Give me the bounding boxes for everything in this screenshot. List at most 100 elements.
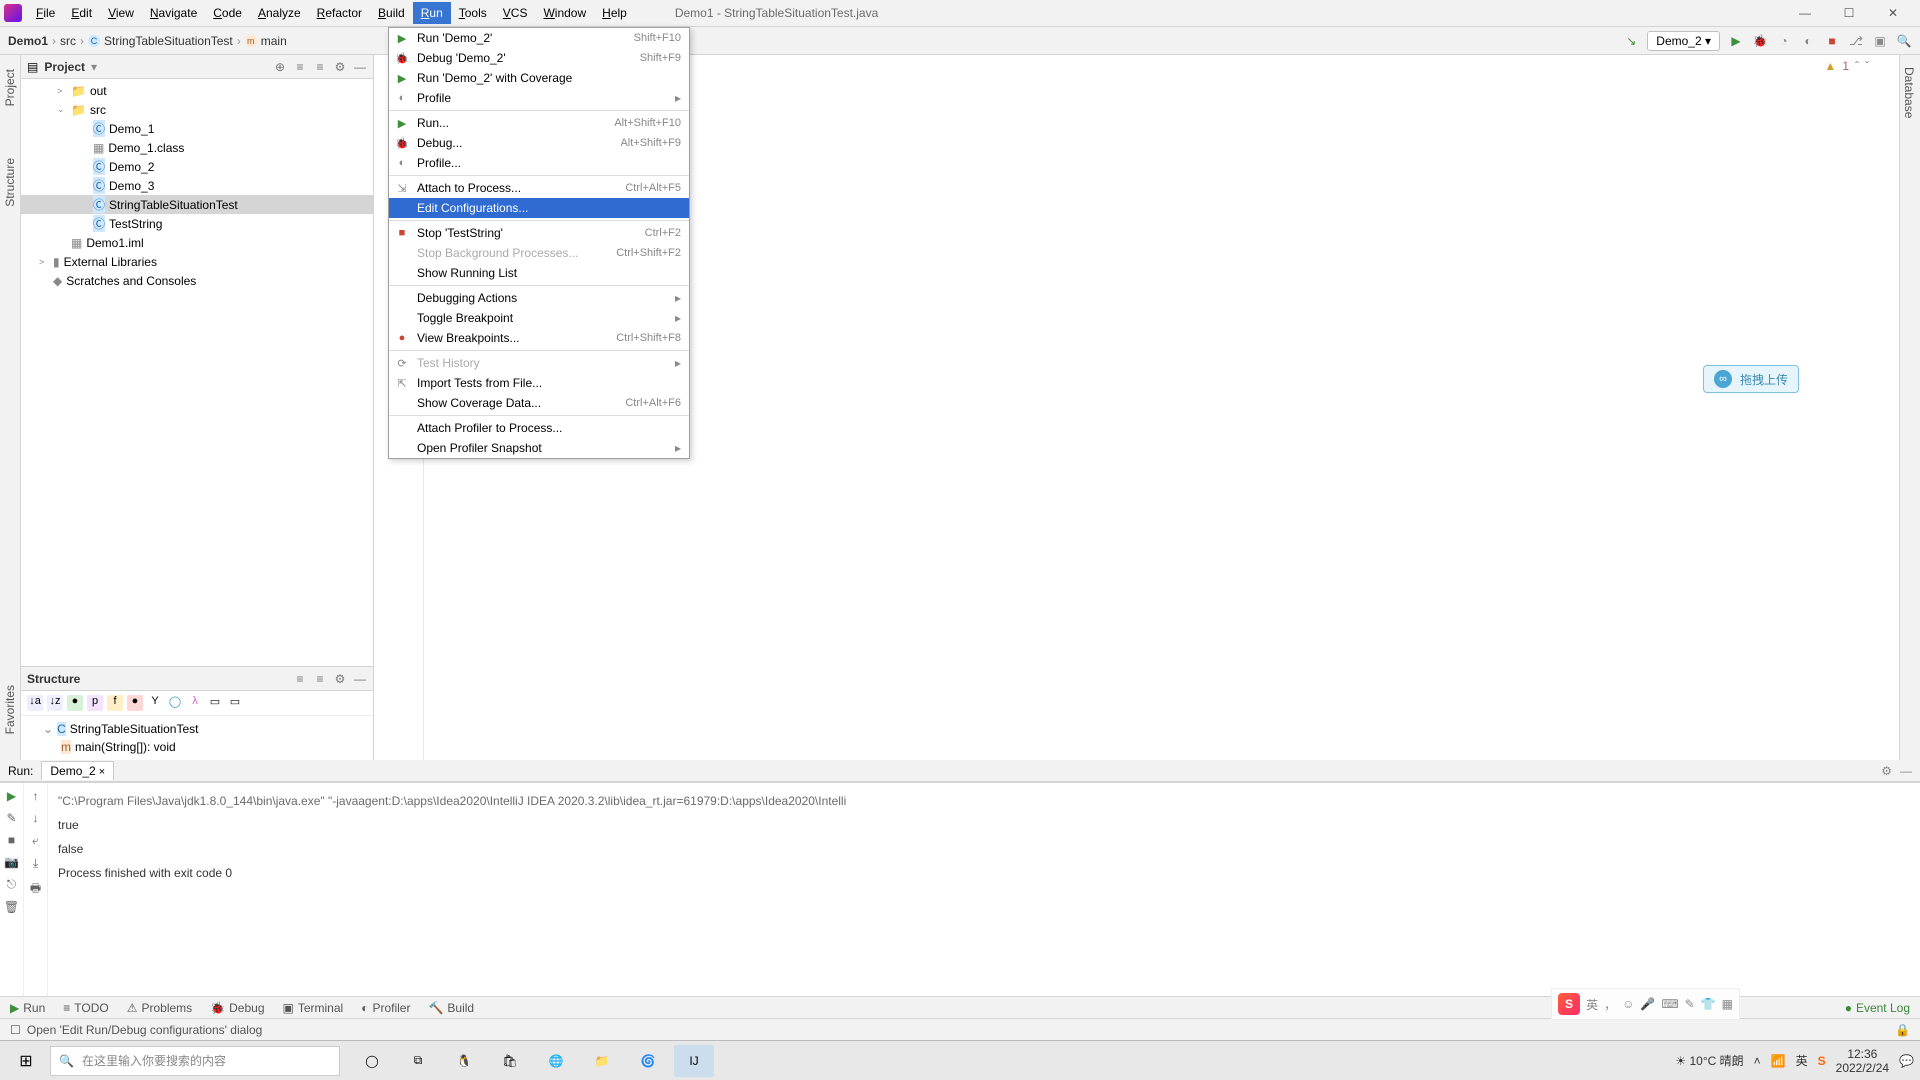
- menu-item[interactable]: Toggle Breakpoint▸: [389, 308, 689, 328]
- tray-network-icon[interactable]: 📶: [1771, 1054, 1786, 1068]
- menu-item[interactable]: Show Running List: [389, 263, 689, 283]
- tree-node[interactable]: >📁out: [21, 81, 373, 100]
- side-tab-structure[interactable]: Structure: [1, 152, 19, 213]
- menu-window[interactable]: Window: [535, 2, 594, 24]
- task-view-icon[interactable]: ⧉: [398, 1045, 438, 1077]
- tray-clock[interactable]: 12:362022/2/24: [1836, 1047, 1889, 1075]
- menu-vcs[interactable]: VCS: [495, 2, 536, 24]
- tree-node[interactable]: ⒸDemo_3: [21, 176, 373, 195]
- collapse-all-icon[interactable]: ≡: [313, 60, 327, 74]
- start-button[interactable]: ⊞: [6, 1045, 46, 1077]
- menu-analyze[interactable]: Analyze: [250, 2, 309, 24]
- collapse-icon[interactable]: ≡: [313, 672, 327, 686]
- menu-item[interactable]: ⇲Attach to Process...Ctrl+Alt+F5: [389, 178, 689, 198]
- debug-button[interactable]: 🐞: [1752, 34, 1768, 48]
- taskbar-search[interactable]: 🔍 在这里输入你要搜索的内容: [50, 1046, 340, 1076]
- menu-item[interactable]: ●View Breakpoints...Ctrl+Shift+F8: [389, 328, 689, 348]
- app-explorer-icon[interactable]: 📁: [582, 1045, 622, 1077]
- tray-sogou-icon[interactable]: S: [1818, 1054, 1826, 1068]
- tree-node[interactable]: ⌄📁src: [21, 100, 373, 119]
- menu-item[interactable]: ▶Run...Alt+Shift+F10: [389, 113, 689, 133]
- expand-all-icon[interactable]: ≡: [293, 60, 307, 74]
- tool-windows-button[interactable]: ☐: [10, 1023, 21, 1037]
- ime-button[interactable]: ☺: [1622, 997, 1634, 1011]
- tree-node[interactable]: ▦Demo_1.class: [21, 138, 373, 157]
- up-button[interactable]: ↑: [33, 789, 39, 803]
- run-config-tab[interactable]: Demo_2 ×: [41, 761, 114, 780]
- select-opened-file-icon[interactable]: ⊕: [273, 60, 287, 74]
- bottom-tab-todo[interactable]: ≡ TODO: [63, 1001, 108, 1015]
- down-button[interactable]: ↓: [33, 811, 39, 825]
- run-button[interactable]: ▶: [1728, 34, 1744, 48]
- hide-panel-icon[interactable]: —: [1900, 764, 1912, 778]
- menu-edit[interactable]: Edit: [63, 2, 100, 24]
- breadcrumb-class[interactable]: StringTableSituationTest: [104, 34, 233, 48]
- hide-panel-icon[interactable]: —: [353, 672, 367, 686]
- soft-wrap-button[interactable]: ⤶: [32, 833, 39, 848]
- expand-icon[interactable]: ≡: [293, 672, 307, 686]
- menu-item[interactable]: ⇱Import Tests from File...: [389, 373, 689, 393]
- close-button[interactable]: ✕: [1878, 6, 1908, 20]
- dump-threads-button[interactable]: 📷: [4, 855, 19, 869]
- app-intellij-icon[interactable]: IJ: [674, 1045, 714, 1077]
- lock-icon[interactable]: 🔒: [1895, 1023, 1910, 1037]
- menu-item[interactable]: Show Coverage Data...Ctrl+Alt+F6: [389, 393, 689, 413]
- bottom-tab-run[interactable]: ▶Run: [10, 1001, 45, 1015]
- exit-button[interactable]: ⎋: [7, 877, 17, 892]
- tray-notifications-icon[interactable]: 💬: [1899, 1054, 1914, 1068]
- bottom-tab-build[interactable]: 🔨 Build: [428, 1001, 474, 1015]
- app-store-icon[interactable]: 🛍: [490, 1045, 530, 1077]
- menu-item[interactable]: Debugging Actions▸: [389, 288, 689, 308]
- ime-button[interactable]: 👕: [1701, 997, 1716, 1011]
- settings-gear-icon[interactable]: ⚙: [333, 672, 347, 686]
- ime-button[interactable]: ⌨: [1661, 997, 1678, 1011]
- menu-item[interactable]: Edit Configurations...: [389, 198, 689, 218]
- ime-button[interactable]: ✎: [1685, 997, 1695, 1011]
- run-console-output[interactable]: "C:\Program Files\Java\jdk1.8.0_144\bin\…: [48, 783, 1920, 996]
- minimize-button[interactable]: —: [1790, 6, 1820, 20]
- breadcrumb-folder[interactable]: src: [60, 34, 76, 48]
- ime-button[interactable]: 🎤: [1640, 997, 1655, 1011]
- ime-button[interactable]: ▦: [1722, 997, 1733, 1011]
- ime-button[interactable]: ，: [1604, 996, 1616, 1013]
- stop-button[interactable]: ■: [8, 833, 15, 847]
- settings-gear-icon[interactable]: ⚙: [333, 60, 347, 74]
- weather-widget[interactable]: ☀ 10°C 晴朗: [1675, 1052, 1743, 1069]
- breadcrumb-method[interactable]: main: [261, 34, 287, 48]
- structure-method-node[interactable]: m main(String[]): void: [27, 738, 367, 756]
- menu-item[interactable]: Open Profiler Snapshot▸: [389, 438, 689, 458]
- menu-navigate[interactable]: Navigate: [142, 2, 205, 24]
- menu-refactor[interactable]: Refactor: [309, 2, 370, 24]
- project-tree[interactable]: >📁out⌄📁srcⒸDemo_1▦Demo_1.classⒸDemo_2ⒸDe…: [21, 79, 373, 666]
- print-button[interactable]: 🖶: [30, 879, 41, 900]
- bottom-tab-event-log[interactable]: ● Event Log: [1845, 1001, 1910, 1015]
- tray-ime-icon[interactable]: 英: [1796, 1052, 1808, 1069]
- bottom-tab-debug[interactable]: 🐞 Debug: [210, 1001, 264, 1015]
- tray-chevron-icon[interactable]: ˄: [1754, 1054, 1761, 1068]
- tree-node[interactable]: ⒸStringTableSituationTest: [21, 195, 373, 214]
- delete-button[interactable]: 🗑: [4, 900, 19, 914]
- tree-node[interactable]: ▦Demo1.iml: [21, 233, 373, 252]
- tree-node[interactable]: ⒸDemo_2: [21, 157, 373, 176]
- run-config-selector[interactable]: Demo_2 ▾: [1647, 31, 1720, 51]
- app-qq-icon[interactable]: 🐧: [444, 1045, 484, 1077]
- attach-debugger-button[interactable]: ✎: [6, 811, 16, 825]
- scroll-to-end-button[interactable]: ⤓: [33, 856, 38, 871]
- bottom-tab-problems[interactable]: ⚠ Problems: [127, 1001, 192, 1015]
- app-chrome-icon[interactable]: 🌐: [536, 1045, 576, 1077]
- bottom-tab-profiler[interactable]: ◐ Profiler: [361, 1001, 410, 1015]
- side-tab-project[interactable]: Project: [1, 63, 19, 112]
- git-button[interactable]: ⎇: [1848, 34, 1864, 48]
- cortana-icon[interactable]: ◯: [352, 1045, 392, 1077]
- tree-node[interactable]: ⒸTestString: [21, 214, 373, 233]
- menu-item[interactable]: ◐Profile▸: [389, 88, 689, 108]
- coverage-button[interactable]: ◔: [1776, 34, 1792, 48]
- stop-button[interactable]: ■: [1824, 34, 1840, 48]
- structure-class-node[interactable]: ⌄C StringTableSituationTest: [27, 720, 367, 738]
- profile-button[interactable]: ◐: [1800, 34, 1816, 48]
- settings-gear-icon[interactable]: ⚙: [1881, 764, 1892, 778]
- menu-item[interactable]: ■Stop 'TestString'Ctrl+F2: [389, 223, 689, 243]
- menu-item[interactable]: 🐞Debug 'Demo_2'Shift+F9: [389, 48, 689, 68]
- tree-node[interactable]: ⒸDemo_1: [21, 119, 373, 138]
- search-everywhere-button[interactable]: 🔍: [1896, 34, 1912, 48]
